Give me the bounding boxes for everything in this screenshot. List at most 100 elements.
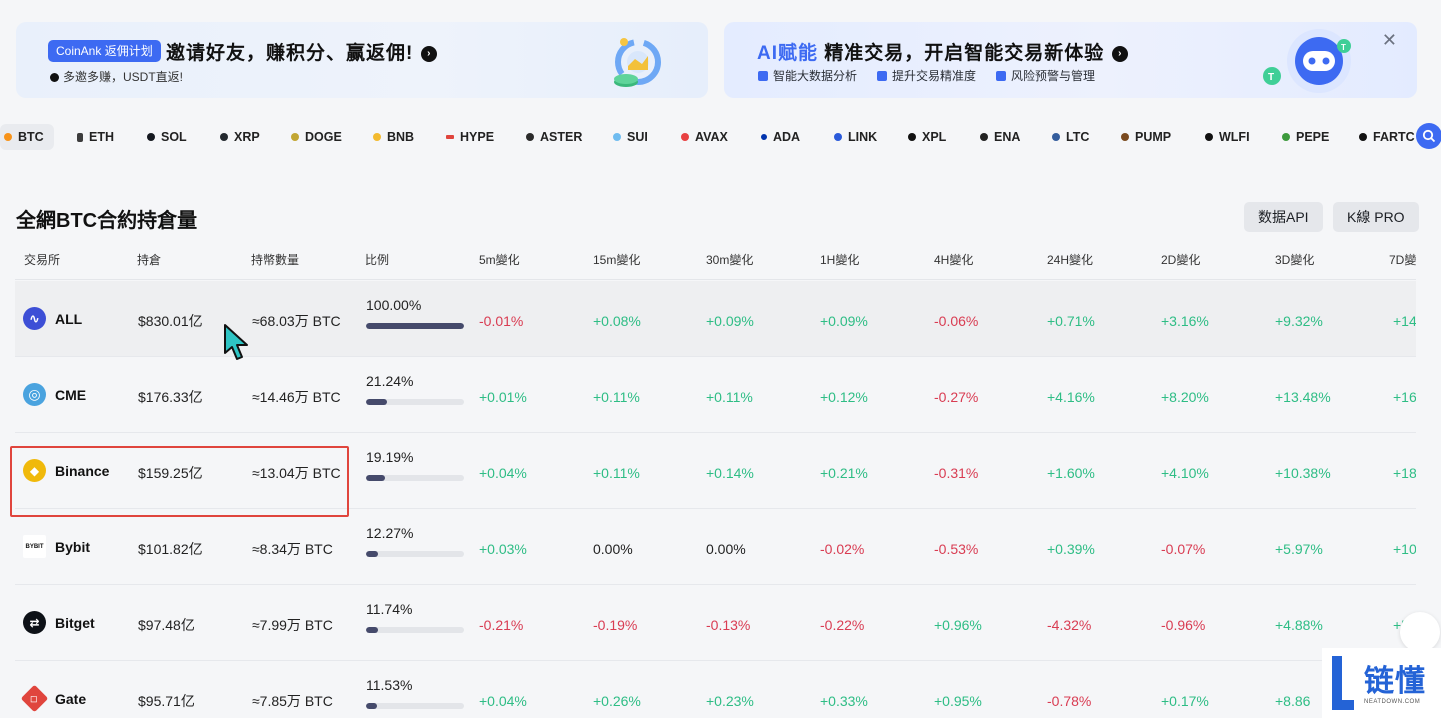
col-header-ratio[interactable]: 比例 <box>365 251 389 268</box>
ai-feature-item: 智能大数据分析 <box>758 67 857 84</box>
ai-banner[interactable]: AI赋能 精准交易，开启智能交易新体验 › 智能大数据分析 提升交易精准度 风险预… <box>724 22 1417 98</box>
watermark-subtext: NEATDOWN.COM <box>1364 699 1421 705</box>
ratio-cell: 100.00% <box>366 297 464 329</box>
table-row[interactable]: BYBIT Bybit $101.82亿 ≈8.34万 BTC 12.27% +0.03%… <box>15 509 1416 585</box>
tab-coin-sui[interactable]: SUI <box>613 124 648 150</box>
arrow-right-icon[interactable]: › <box>421 46 438 62</box>
tab-coin-link[interactable]: LINK <box>834 124 877 150</box>
ai-feature-label: 提升交易精准度 <box>892 69 977 83</box>
kline-pro-button[interactable]: K線 PRO <box>1333 202 1419 232</box>
table-row[interactable]: ◇ Gate $95.71亿 ≈7.85万 BTC 11.53% +0.04% +0.26%… <box>15 661 1416 718</box>
chart-icon <box>758 71 768 81</box>
exchange-cell[interactable]: ∿ ALL <box>23 307 82 330</box>
exchange-name: CME <box>55 386 87 403</box>
change-value: +0.11% <box>593 465 640 481</box>
quantity-value: ≈14.46万 BTC <box>252 389 341 405</box>
col-header-exchange[interactable]: 交易所 <box>24 251 60 268</box>
tab-coin-avax[interactable]: AVAX <box>681 124 728 150</box>
bullet-icon <box>50 73 59 82</box>
coin-dot-icon <box>908 133 916 141</box>
exchange-cell[interactable]: BYBIT Bybit <box>23 535 90 558</box>
tab-coin-fartcoin[interactable]: FARTC <box>1359 124 1415 150</box>
change-value: +0.11% <box>593 389 640 405</box>
refresh-coins-illustration-icon <box>614 38 661 87</box>
ratio-bar-fill <box>366 703 378 709</box>
open-interest-value: $830.01亿 <box>138 313 203 329</box>
ratio-cell: 11.74% <box>366 601 464 633</box>
tab-coin-eth[interactable]: ETH <box>77 124 114 150</box>
exchange-logo-icon: ◆ <box>23 459 46 482</box>
ratio-value: 100.00% <box>366 297 422 313</box>
tab-coin-pepe[interactable]: PEPE <box>1282 124 1329 150</box>
change-value: +0.03% <box>479 541 527 557</box>
tab-coin-ltc[interactable]: LTC <box>1052 124 1089 150</box>
exchange-cell[interactable]: ◇ Gate <box>20 684 86 713</box>
ai-feature-label: 风险预警与管理 <box>1011 69 1096 83</box>
referral-subtitle-text: 多邀多赚，USDT直返! <box>63 70 184 84</box>
close-banner-button[interactable]: ✕ <box>1382 30 1397 51</box>
col-header-3d[interactable]: 3D變化 <box>1275 251 1314 268</box>
tab-coin-btc[interactable]: BTC <box>0 124 54 150</box>
open-interest-value: $176.33亿 <box>138 389 203 405</box>
col-header-open-interest[interactable]: 持倉 <box>137 251 161 268</box>
tab-coin-sol[interactable]: SOL <box>147 124 187 150</box>
tab-coin-xrp[interactable]: XRP <box>220 124 260 150</box>
exchange-cell[interactable]: ⇄ Bitget <box>23 611 95 634</box>
change-value: -0.27% <box>934 389 979 405</box>
table-row[interactable]: ⇄ Bitget $97.48亿 ≈7.99万 BTC 11.74% -0.21% -0.1… <box>15 585 1416 661</box>
col-header-7d[interactable]: 7D變 <box>1389 251 1416 268</box>
col-header-5m[interactable]: 5m變化 <box>479 251 520 268</box>
exchange-cell[interactable]: ◎ CME <box>23 383 86 406</box>
col-header-1h[interactable]: 1H變化 <box>820 251 859 268</box>
quantity-value: ≈7.99万 BTC <box>252 617 333 633</box>
col-header-2d[interactable]: 2D變化 <box>1161 251 1200 268</box>
change-value: +0.14% <box>706 465 754 481</box>
tab-coin-doge[interactable]: DOGE <box>291 124 342 150</box>
table-header: 交易所 持倉 持幣數量 比例 5m變化 15m變化 30m變化 1H變化 4H變… <box>15 238 1416 280</box>
arrow-right-icon[interactable]: › <box>1112 46 1129 62</box>
ratio-value: 11.74% <box>366 601 413 617</box>
change-value: +8.86 <box>1275 693 1311 709</box>
tab-coin-ena[interactable]: ENA <box>980 124 1020 150</box>
scroll-top-button[interactable] <box>1400 612 1440 652</box>
quantity-value: ≈7.85万 BTC <box>252 693 333 709</box>
tab-coin-ada[interactable]: ADA <box>761 124 800 150</box>
change-value: +0.96% <box>934 617 982 633</box>
coin-dot-icon <box>220 133 228 141</box>
tab-coin-pump[interactable]: PUMP <box>1121 124 1171 150</box>
col-header-4h[interactable]: 4H變化 <box>934 251 973 268</box>
coin-dot-icon <box>526 133 534 141</box>
col-header-24h[interactable]: 24H變化 <box>1047 251 1093 268</box>
referral-banner[interactable]: CoinAnk 返佣计划 邀请好友，赚积分、赢返佣! › 多邀多赚，USDT直返! <box>16 22 708 98</box>
tab-coin-bnb[interactable]: BNB <box>373 124 414 150</box>
tab-coin-hype[interactable]: HYPE <box>446 124 494 150</box>
exchange-logo-icon: ◇ <box>20 684 49 713</box>
coin-label: ENA <box>994 130 1021 144</box>
tab-coin-xpl[interactable]: XPL <box>908 124 946 150</box>
ai-feature-item: 风险预警与管理 <box>996 67 1095 84</box>
change-value: +18 <box>1393 465 1416 481</box>
col-header-quantity[interactable]: 持幣數量 <box>251 251 299 268</box>
svg-text:T: T <box>1268 72 1274 83</box>
quantity-value: ≈8.34万 BTC <box>252 541 333 557</box>
coin-label: DOGE <box>305 130 342 144</box>
data-api-button[interactable]: 数据API <box>1244 202 1323 232</box>
tab-coin-aster[interactable]: ASTER <box>526 124 582 150</box>
col-header-30m[interactable]: 30m變化 <box>706 251 753 268</box>
exchange-cell[interactable]: ◆ Binance <box>23 459 109 482</box>
table-row[interactable]: ◎ CME $176.33亿 ≈14.46万 BTC 21.24% +0.01% +0.11… <box>15 357 1416 433</box>
change-value: +0.39% <box>1047 541 1095 557</box>
search-button[interactable] <box>1416 123 1441 149</box>
coin-label: HYPE <box>460 130 495 144</box>
ratio-bar-fill <box>366 399 387 405</box>
ratio-cell: 11.53% <box>366 677 464 709</box>
coin-dot-icon <box>446 135 454 139</box>
change-value: +0.09% <box>706 313 754 329</box>
table-row[interactable]: ◆ Binance $159.25亿 ≈13.04万 BTC 19.19% +0.04% +… <box>15 433 1416 509</box>
ratio-cell: 21.24% <box>366 373 464 405</box>
tab-coin-wlfi[interactable]: WLFI <box>1205 124 1250 150</box>
change-value: +0.04% <box>479 693 527 709</box>
col-header-15m[interactable]: 15m變化 <box>593 251 640 268</box>
change-value: +0.71% <box>1047 313 1095 329</box>
referral-pill: CoinAnk 返佣计划 <box>48 40 161 62</box>
